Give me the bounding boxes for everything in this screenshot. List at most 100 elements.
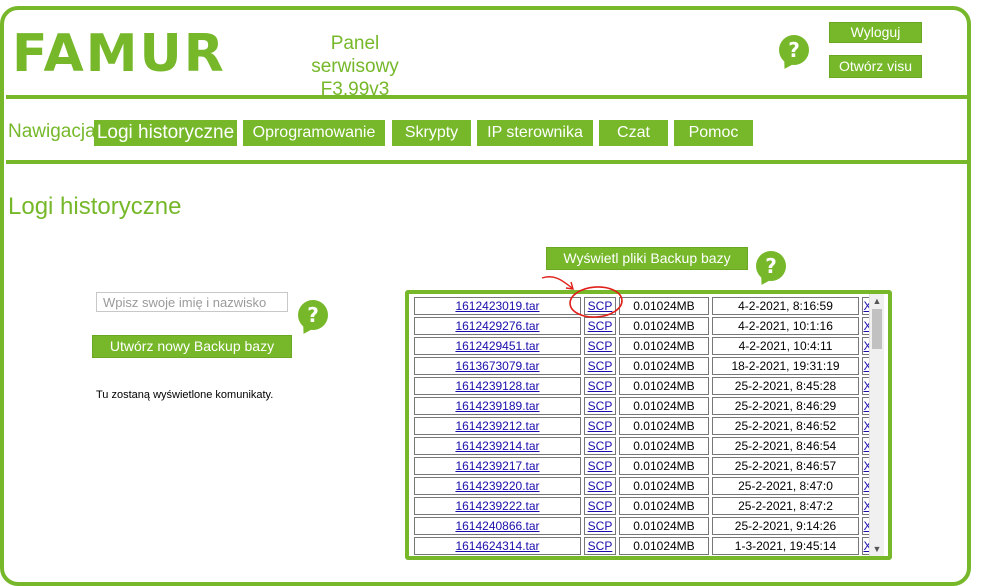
file-date: 25-2-2021, 8:46:29 [734, 399, 837, 413]
show-backup-files-button[interactable]: Wyświetl pliki Backup bazy logów [546, 247, 748, 287]
backup-file-link-cell: 1614624314.tar [414, 537, 581, 555]
open-visu-button[interactable]: Otwórz visu [829, 55, 922, 78]
file-date-cell: 25-2-2021, 8:46:54 [712, 437, 859, 455]
scp-link-cell: SCP [584, 357, 616, 375]
file-size-cell: 0.01024MB [619, 297, 709, 315]
panel-subtitle: Panel serwisowy F3.99v3 [285, 32, 425, 101]
scp-link[interactable]: SCP [588, 459, 613, 473]
scp-link[interactable]: SCP [588, 359, 613, 373]
backup-row: 1614239189.tar SCP 0.01024MB 25-2-2021, 8:4… [414, 397, 873, 415]
backup-list-panel: 1612423019.tar SCP 0.01024MB 4-2-2021, 8:16… [405, 290, 892, 560]
backup-file-link-cell: 1614239128.tar [414, 377, 581, 395]
file-size: 0.01024MB [633, 419, 695, 433]
create-backup-button[interactable]: Utwórz nowy Backup bazy logów [92, 335, 292, 375]
tab-pomoc[interactable]: Pomoc [674, 120, 753, 146]
scp-link[interactable]: SCP [588, 479, 613, 493]
file-date-cell: 25-2-2021, 8:47:0 [712, 477, 859, 495]
header-divider [6, 95, 970, 99]
scp-link[interactable]: SCP [588, 539, 613, 553]
file-date-cell: 18-2-2021, 19:31:19 [712, 357, 859, 375]
file-size: 0.01024MB [633, 299, 695, 313]
scrollbar-thumb[interactable] [872, 309, 882, 349]
file-size: 0.01024MB [633, 379, 695, 393]
backup-file-link[interactable]: 1614239217.tar [455, 459, 539, 473]
backup-table: 1612423019.tar SCP 0.01024MB 4-2-2021, 8:16… [411, 295, 876, 556]
backup-row: 1612429451.tar SCP 0.01024MB 4-2-2021, 10:4… [414, 337, 873, 355]
file-date: 25-2-2021, 8:47:2 [738, 499, 833, 513]
backup-file-link[interactable]: 1614624314.tar [455, 539, 539, 553]
backup-file-link-cell: 1612429451.tar [414, 337, 581, 355]
scp-link-cell: SCP [584, 477, 616, 495]
file-size: 0.01024MB [633, 339, 695, 353]
tab-skrypty[interactable]: Skrypty [392, 120, 471, 146]
file-date: 4-2-2021, 8:16:59 [738, 299, 833, 313]
file-date-cell: 4-2-2021, 8:16:59 [712, 297, 859, 315]
panel-title: Panel serwisowy [311, 33, 399, 77]
file-size-cell: 0.01024MB [619, 517, 709, 535]
scp-link[interactable]: SCP [588, 379, 613, 393]
name-input[interactable] [96, 292, 288, 312]
backup-row: 1614239222.tar SCP 0.01024MB 25-2-2021, 8:4… [414, 497, 873, 515]
backup-file-link[interactable]: 1612429451.tar [455, 339, 539, 353]
scp-link-cell: SCP [584, 457, 616, 475]
backup-file-link[interactable]: 1614239189.tar [455, 399, 539, 413]
famur-logo: FAMUR [12, 24, 226, 84]
backup-file-link-cell: 1614239222.tar [414, 497, 581, 515]
tab-logi-historyczne[interactable]: Logi historyczne [94, 120, 237, 146]
backup-file-link[interactable]: 1614239222.tar [455, 499, 539, 513]
file-size-cell: 0.01024MB [619, 317, 709, 335]
scp-link-cell: SCP [584, 497, 616, 515]
file-date-cell: 25-2-2021, 8:47:2 [712, 497, 859, 515]
backup-file-link[interactable]: 1614240866.tar [455, 519, 539, 533]
backup-row: 1614239212.tar SCP 0.01024MB 25-2-2021, 8:4… [414, 417, 873, 435]
file-size: 0.01024MB [633, 439, 695, 453]
scp-link-cell: SCP [584, 377, 616, 395]
backup-help-icon[interactable]: ? [756, 251, 786, 281]
backup-file-link[interactable]: 1613673079.tar [455, 359, 539, 373]
scp-link[interactable]: SCP [588, 399, 613, 413]
file-date: 25-2-2021, 9:14:26 [734, 519, 837, 533]
file-size-cell: 0.01024MB [619, 357, 709, 375]
file-size-cell: 0.01024MB [619, 377, 709, 395]
scp-link[interactable]: SCP [588, 439, 613, 453]
backup-file-link[interactable]: 1614239212.tar [455, 419, 539, 433]
backup-row: 1614239217.tar SCP 0.01024MB 25-2-2021, 8:4… [414, 457, 873, 475]
scp-link[interactable]: SCP [588, 419, 613, 433]
backup-file-link[interactable]: 1614239214.tar [455, 439, 539, 453]
header-help-icon[interactable]: ? [779, 35, 809, 65]
file-date-cell: 4-2-2021, 10:1:16 [712, 317, 859, 335]
scp-link[interactable]: SCP [588, 499, 613, 513]
backup-file-link[interactable]: 1614239220.tar [455, 479, 539, 493]
scp-link-cell: SCP [584, 537, 616, 555]
file-date: 4-2-2021, 10:1:16 [738, 319, 833, 333]
backup-file-link[interactable]: 1612429276.tar [455, 319, 539, 333]
logout-button[interactable]: Wyloguj [829, 22, 922, 43]
tab-oprogramowanie[interactable]: Oprogramowanie [243, 120, 385, 146]
file-date: 25-2-2021, 8:46:54 [734, 439, 837, 453]
scroll-up-icon[interactable]: ▲ [870, 294, 884, 308]
backup-file-link-cell: 1614239212.tar [414, 417, 581, 435]
scp-link[interactable]: SCP [588, 339, 613, 353]
file-size-cell: 0.01024MB [619, 537, 709, 555]
tab-ip-sterownika[interactable]: IP sterownika [477, 120, 593, 146]
file-size-cell: 0.01024MB [619, 477, 709, 495]
backup-file-link-cell: 1614240866.tar [414, 517, 581, 535]
file-size-cell: 0.01024MB [619, 337, 709, 355]
backup-file-link[interactable]: 1614239128.tar [455, 379, 539, 393]
name-help-icon[interactable]: ? [298, 300, 328, 330]
file-date: 25-2-2021, 8:47:0 [738, 479, 833, 493]
backup-row: 1614239214.tar SCP 0.01024MB 25-2-2021, 8:4… [414, 437, 873, 455]
backup-row: 1614240866.tar SCP 0.01024MB 25-2-2021, 9:1… [414, 517, 873, 535]
file-size: 0.01024MB [633, 319, 695, 333]
file-date-cell: 1-3-2021, 19:45:14 [712, 537, 859, 555]
backup-file-link[interactable]: 1612423019.tar [455, 299, 539, 313]
tab-czat[interactable]: Czat [599, 120, 668, 146]
scp-link-cell: SCP [584, 417, 616, 435]
backup-scrollbar[interactable]: ▲ ▼ [869, 294, 884, 556]
file-date: 25-2-2021, 8:45:28 [734, 379, 837, 393]
scroll-down-icon[interactable]: ▼ [870, 542, 884, 556]
backup-file-link-cell: 1614239220.tar [414, 477, 581, 495]
scp-link-cell: SCP [584, 397, 616, 415]
file-date-cell: 25-2-2021, 8:46:29 [712, 397, 859, 415]
scp-link[interactable]: SCP [588, 519, 613, 533]
